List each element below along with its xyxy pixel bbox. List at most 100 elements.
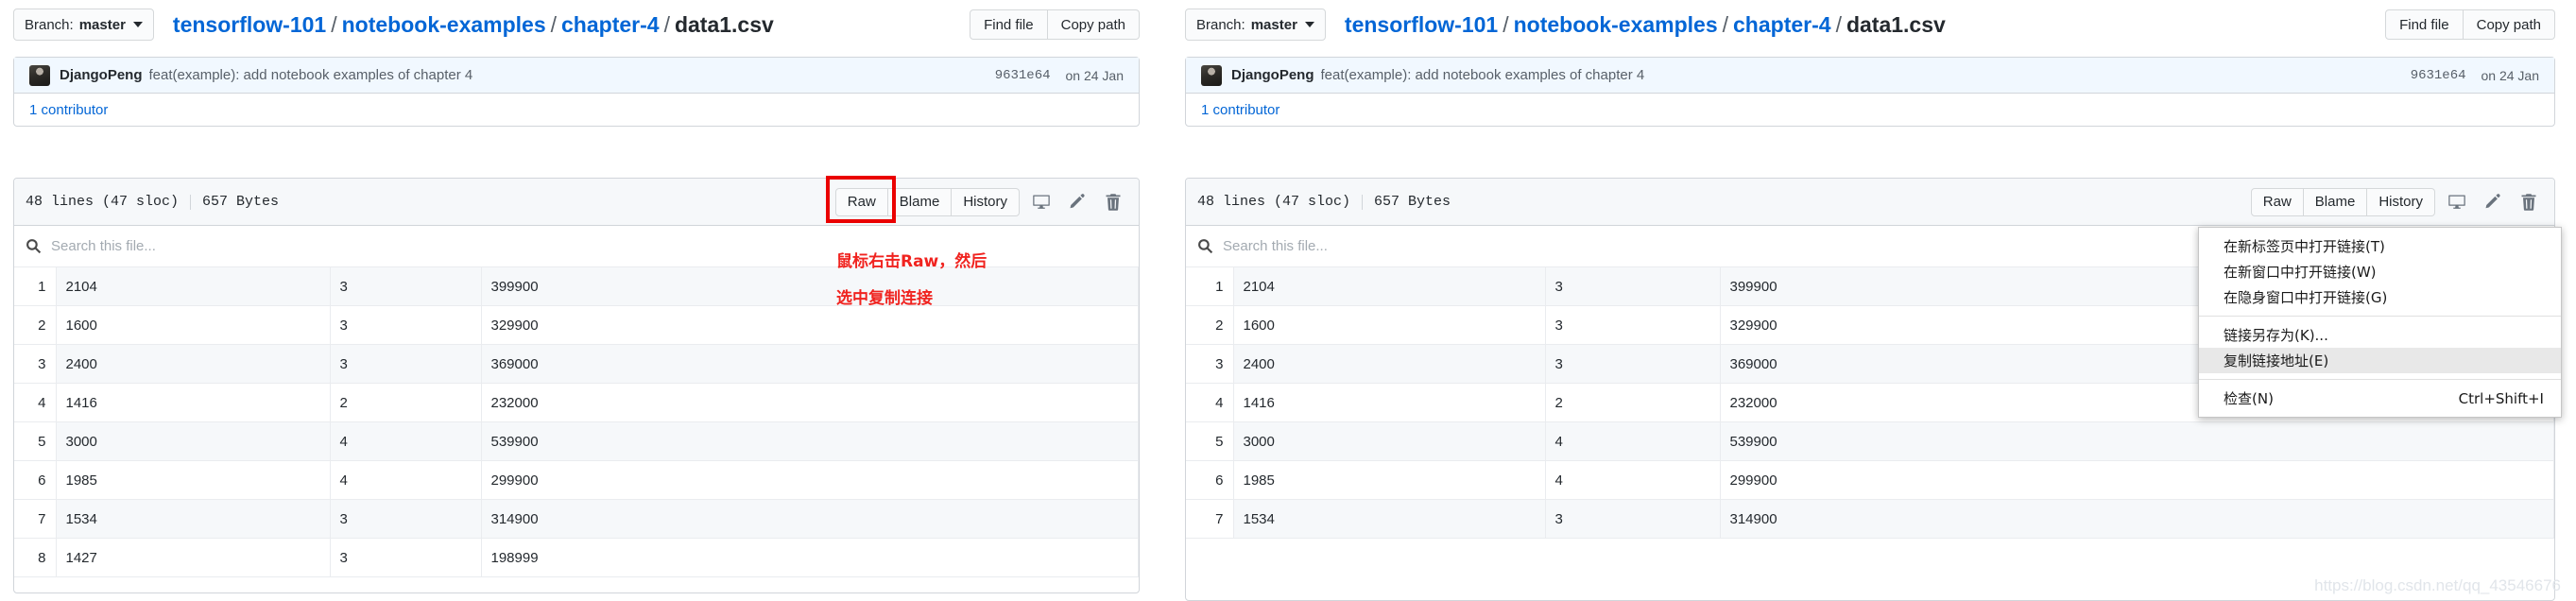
copy-path-button[interactable]: Copy path	[2463, 9, 2555, 40]
contributors-link[interactable]: 1 contributor	[29, 102, 108, 118]
breadcrumb-repo[interactable]: tensorflow-101	[173, 12, 326, 37]
row-line-number: 4	[14, 383, 57, 422]
file-view-button-group: Raw Blame History	[834, 187, 1020, 216]
copy-path-button[interactable]: Copy path	[1047, 9, 1140, 40]
file-actions: Raw Blame History	[2250, 187, 2543, 216]
context-menu-item[interactable]: 在隐身窗口中打开链接(G)	[2199, 284, 2561, 310]
row-line-number: 1	[14, 267, 57, 306]
context-menu-item[interactable]: 在新标签页中打开链接(T)	[2199, 233, 2561, 259]
breadcrumb-folder-notebook-examples[interactable]: notebook-examples	[1514, 12, 1718, 37]
history-button[interactable]: History	[2367, 187, 2435, 216]
row-line-number: 2	[1186, 305, 1234, 345]
csv-body-left: 1 2104 3 399900 2 1600 3 329900 3 2400 3 369000 4 141…	[14, 267, 1139, 577]
row-line-number: 6	[1186, 460, 1234, 500]
delete-trash-icon[interactable]	[2515, 188, 2543, 216]
find-file-button[interactable]: Find file	[2385, 9, 2464, 40]
cell-size: 2400	[56, 344, 331, 384]
commit-info-box: DjangoPeng feat(example): add notebook e…	[1185, 57, 2555, 127]
breadcrumb: tensorflow-101/notebook-examples / chapter…	[1345, 11, 1946, 37]
context-menu-item[interactable]: 链接另存为(K)...	[2199, 322, 2561, 348]
cell-bedrooms: 4	[330, 460, 482, 500]
file-content-box: 48 lines (47 sloc) 657 Bytes Raw Blame H…	[13, 178, 1140, 593]
cell-bedrooms: 3	[1545, 344, 1721, 384]
cell-price: 314900	[1720, 499, 2554, 539]
search-input[interactable]	[49, 237, 431, 255]
file-stats: 48 lines (47 sloc) 657 Bytes	[26, 194, 279, 210]
file-header: 48 lines (47 sloc) 657 Bytes Raw Blame H…	[1186, 179, 2554, 226]
table-row: 5 3000 4 539900	[1186, 421, 2554, 461]
context-menu-item[interactable]: 在新窗口中打开链接(W)	[2199, 259, 2561, 284]
contributors-row: 1 contributor	[14, 94, 1139, 126]
annotation-line-2: 选中复制连接	[836, 289, 933, 308]
contributors-link[interactable]: 1 contributor	[1201, 102, 1279, 118]
browser-context-menu[interactable]: 在新标签页中打开链接(T) 在新窗口中打开链接(W) 在隐身窗口中打开链接(G) 链接…	[2198, 227, 2562, 418]
commit-sha[interactable]: 9631e64	[995, 68, 1051, 83]
context-menu-item[interactable]: 复制链接地址(E)	[2199, 348, 2561, 373]
cell-size: 1416	[1233, 383, 1546, 422]
edit-pencil-icon[interactable]	[1063, 188, 1091, 216]
chevron-down-icon	[132, 22, 143, 27]
branch-label: Branch:	[25, 16, 74, 33]
breadcrumb-repo[interactable]: tensorflow-101	[1345, 12, 1498, 37]
commit-author[interactable]: DjangoPeng	[1231, 67, 1314, 83]
open-in-desktop-icon[interactable]	[2443, 188, 2471, 216]
breadcrumb-folder-chapter-4[interactable]: chapter-4	[1733, 12, 1831, 37]
cell-size: 2104	[56, 267, 331, 306]
breadcrumb-folder-notebook-examples[interactable]: notebook-examples	[342, 12, 546, 37]
cell-price: 299900	[1720, 460, 2554, 500]
header-button-group: Find file Copy path	[2385, 9, 2555, 40]
edit-pencil-icon[interactable]	[2479, 188, 2507, 216]
search-input[interactable]	[1221, 237, 1603, 255]
context-menu-item[interactable]: 检查(N) Ctrl+Shift+I	[2199, 386, 2561, 411]
breadcrumb-row: Branch: master tensorflow-101/notebook-e…	[13, 6, 774, 43]
cell-size: 2400	[1233, 344, 1546, 384]
history-button[interactable]: History	[952, 187, 1020, 216]
cell-bedrooms: 3	[1545, 305, 1721, 345]
branch-selector-button[interactable]: Branch: master	[1185, 9, 1326, 41]
file-line-count: 48 lines (47 sloc)	[1197, 194, 1351, 210]
context-menu-item-label: 复制链接地址(E)	[2224, 352, 2329, 369]
table-row: 7 1534 3 314900	[1186, 499, 2554, 539]
chevron-down-icon	[1304, 22, 1314, 27]
breadcrumb-separator: /	[1722, 11, 1729, 37]
find-file-button[interactable]: Find file	[970, 9, 1048, 40]
watermark: https://blog.csdn.net/qq_43546676	[2314, 576, 2561, 594]
file-actions: Raw Blame History	[834, 187, 1127, 216]
cell-price: 232000	[481, 383, 1139, 422]
cell-size: 3000	[1233, 421, 1546, 461]
commit-sha[interactable]: 9631e64	[2411, 68, 2466, 83]
breadcrumb-folder-chapter-4[interactable]: chapter-4	[561, 12, 660, 37]
cell-size: 1985	[1233, 460, 1546, 500]
blame-button[interactable]: Blame	[2303, 187, 2368, 216]
cell-bedrooms: 3	[330, 344, 482, 384]
context-menu-item-label: 在新窗口中打开链接(W)	[2224, 264, 2377, 281]
cell-bedrooms: 3	[330, 267, 482, 306]
raw-button[interactable]: Raw	[834, 187, 888, 216]
branch-selector-button[interactable]: Branch: master	[13, 9, 154, 41]
header-button-group: Find file Copy path	[970, 9, 1140, 40]
cell-bedrooms: 3	[330, 538, 482, 577]
open-in-desktop-icon[interactable]	[1027, 188, 1056, 216]
commit-row: DjangoPeng feat(example): add notebook e…	[14, 58, 1139, 94]
file-size: 657 Bytes	[202, 194, 280, 210]
row-line-number: 8	[14, 538, 57, 577]
row-line-number: 6	[14, 460, 57, 500]
context-menu-item-label: 检查(N)	[2224, 390, 2274, 407]
commit-message[interactable]: feat(example): add notebook examples of …	[1321, 67, 1645, 83]
cell-bedrooms: 3	[330, 305, 482, 345]
blame-button[interactable]: Blame	[887, 187, 953, 216]
commit-message[interactable]: feat(example): add notebook examples of …	[149, 67, 473, 83]
commit-meta: 9631e64 on 24 Jan	[2411, 68, 2539, 83]
context-menu-separator	[2199, 316, 2561, 317]
context-menu-item-shortcut: Ctrl+Shift+I	[2458, 389, 2544, 407]
breadcrumb-separator: /	[1835, 11, 1842, 37]
commit-row: DjangoPeng feat(example): add notebook e…	[1186, 58, 2554, 94]
delete-trash-icon[interactable]	[1099, 188, 1127, 216]
screenshot-root: Branch: master tensorflow-101/notebook-e…	[0, 0, 2576, 601]
row-line-number: 3	[1186, 344, 1234, 384]
panel-right: Branch: master tensorflow-101/notebook-e…	[1170, 0, 2576, 601]
raw-button[interactable]: Raw	[2250, 187, 2304, 216]
commit-author[interactable]: DjangoPeng	[60, 67, 143, 83]
file-size: 657 Bytes	[1374, 194, 1451, 210]
table-row: 8 1427 3 198999	[14, 538, 1139, 577]
